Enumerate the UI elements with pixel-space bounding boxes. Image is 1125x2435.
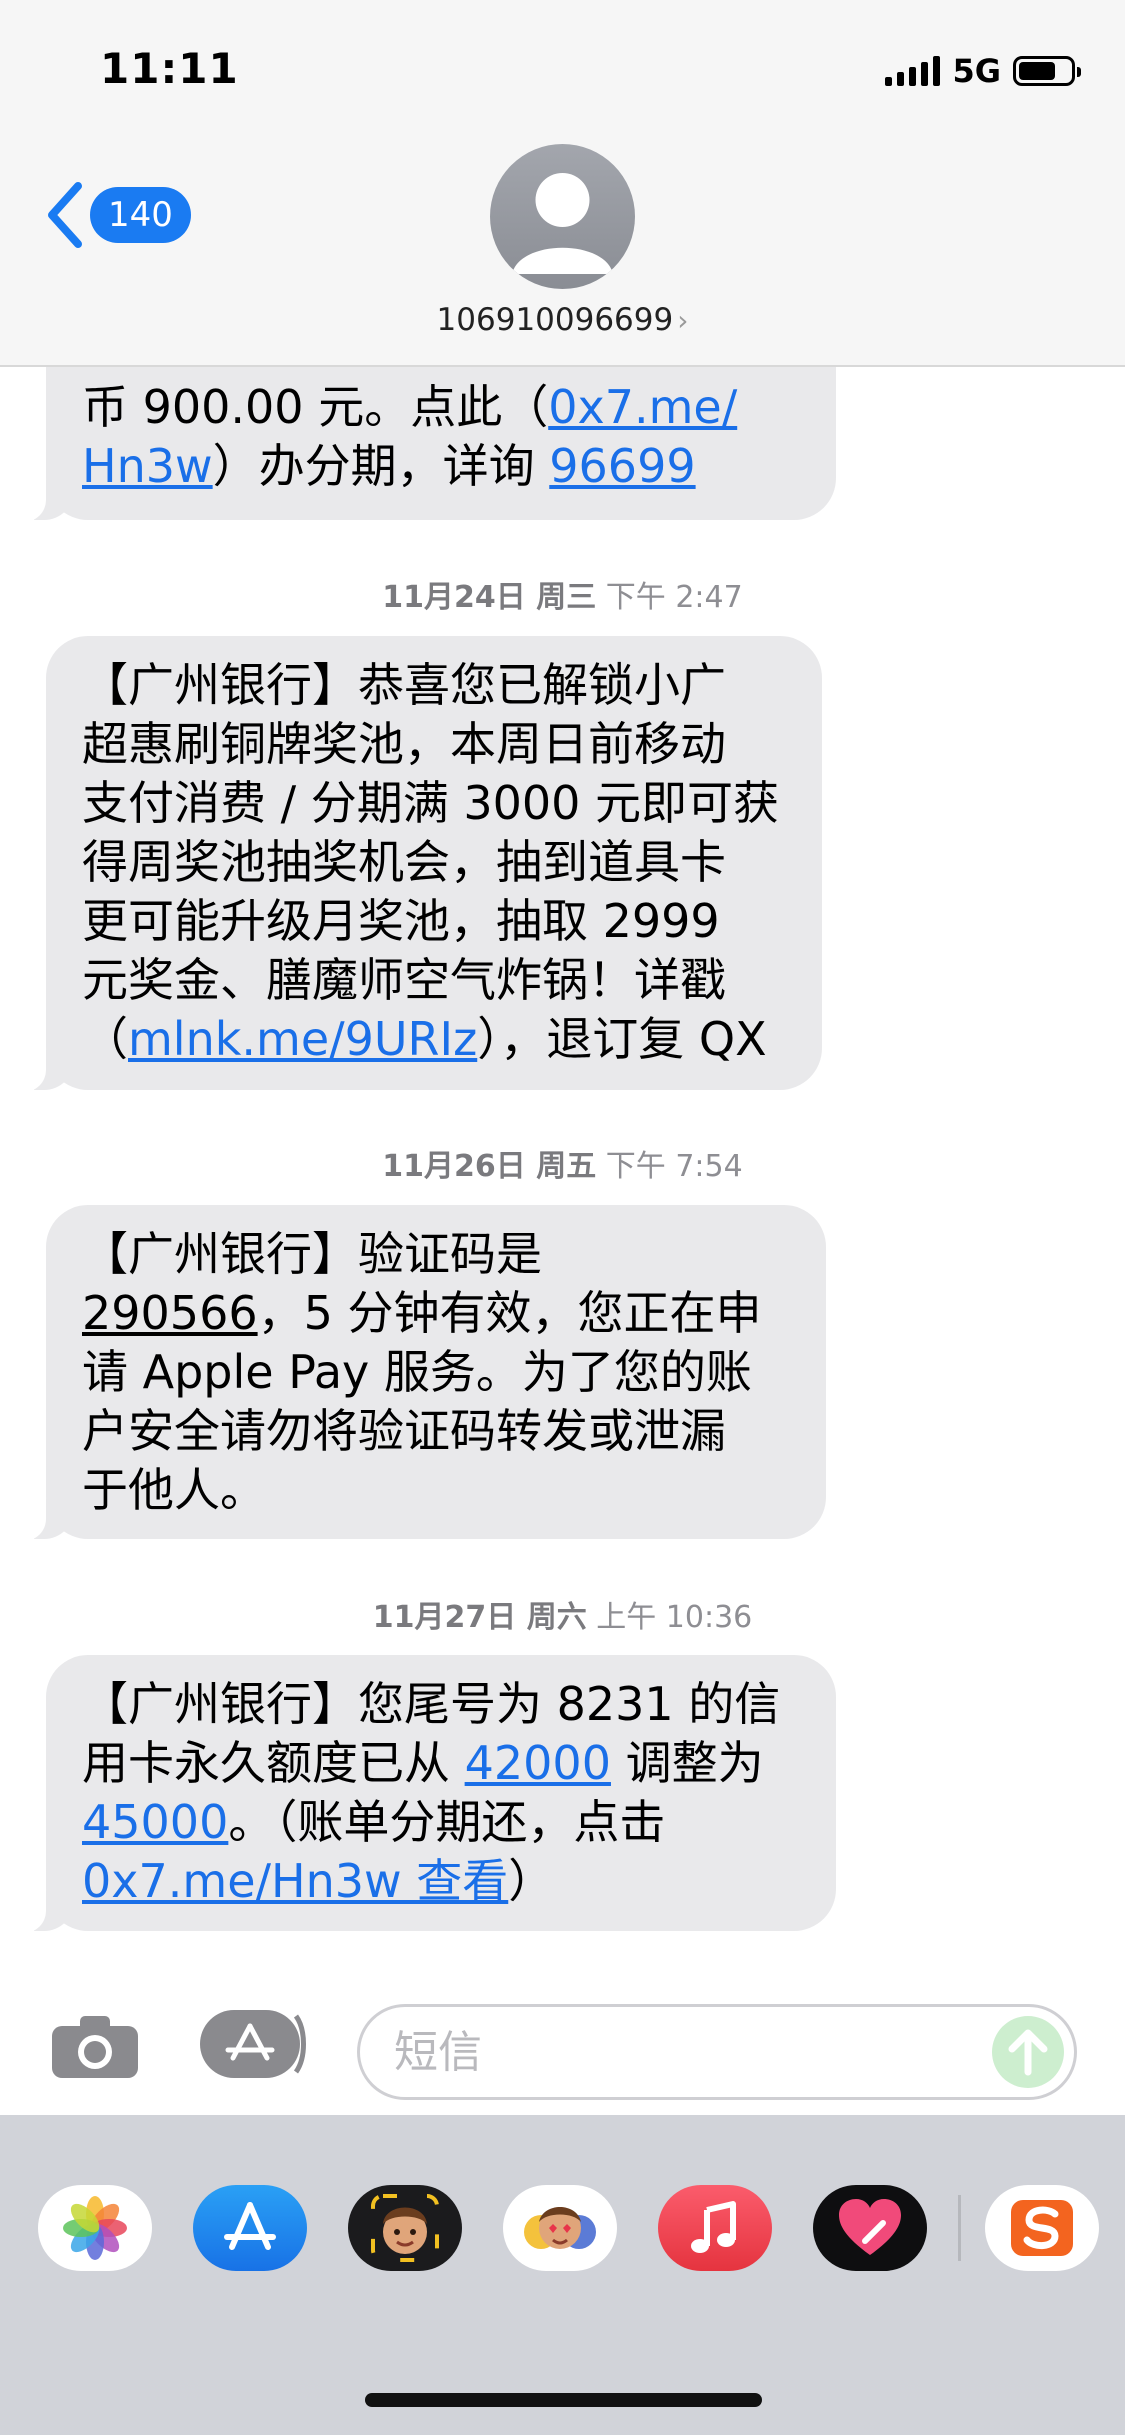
contact-avatar[interactable] — [490, 144, 635, 289]
heart-glyph — [839, 2199, 901, 2255]
message-line: 得周奖池抽奖机会，抽到道具卡 — [82, 833, 788, 892]
message-text: 【广州银行】恭喜您已解锁小广 — [82, 658, 726, 712]
message-line: 45000。（账单分期还，点击 — [82, 1793, 802, 1852]
message-link[interactable]: 0x7.me/ — [548, 380, 737, 434]
app-store-icon — [200, 2010, 306, 2078]
drawer-divider — [958, 2195, 961, 2261]
message-text: 【广州银行】您尾号为 8231 的信 — [82, 1677, 781, 1731]
message-line: 于他人。 — [82, 1461, 792, 1520]
message-line: 支付消费 / 分期满 3000 元即可获 — [82, 774, 788, 833]
digital-touch-icon[interactable] — [813, 2185, 927, 2271]
message-text: 于他人。 — [82, 1463, 266, 1517]
message-text: 户安全请勿将验证码转发或泄漏 — [82, 1404, 726, 1458]
camera-button[interactable] — [50, 2014, 140, 2084]
chevron-right-icon: › — [677, 304, 689, 337]
status-time: 11:11 — [100, 44, 239, 93]
message-text: 调整为 — [610, 1736, 764, 1790]
network-type: 5G — [952, 52, 1001, 90]
message-text: 元奖金、膳魔师空气炸锅！详戳 — [82, 953, 726, 1007]
sogou-keyboard-icon[interactable] — [985, 2185, 1099, 2271]
message-timestamp: 11月24日 周三 下午 2:47 — [382, 580, 743, 615]
arrow-up-icon — [1008, 2029, 1048, 2076]
message-text: 【广州银行】验证码是 — [82, 1227, 542, 1281]
message-bubble[interactable]: 【广州银行】您尾号为 8231 的信 用卡永久额度已从 42000 调整为 4500… — [20, 1655, 836, 1933]
message-link[interactable]: 0x7.me/Hn3w 查看 — [82, 1854, 508, 1908]
back-button[interactable]: 140 — [46, 182, 191, 248]
message-line: 元奖金、膳魔师空气炸锅！详戳 — [82, 951, 788, 1010]
battery-icon — [1013, 56, 1081, 86]
message-text: ）办分期，详询 — [212, 439, 550, 493]
message-line: Hn3w）办分期，详询 96699 — [82, 437, 802, 496]
person-icon — [512, 173, 613, 274]
message-text: 币 900.00 元。点此（ — [82, 380, 549, 434]
message-link[interactable]: 42000 — [465, 1736, 611, 1790]
message-text: 超惠刷铜牌奖池，本周日前移动 — [82, 717, 726, 771]
message-line: 用卡永久额度已从 42000 调整为 — [82, 1734, 802, 1793]
message-text: 用卡永久额度已从 — [82, 1736, 465, 1790]
message-link[interactable]: 96699 — [549, 439, 695, 493]
send-button[interactable] — [992, 2016, 1064, 2088]
message-line: 0x7.me/Hn3w 查看） — [82, 1852, 802, 1911]
message-text: 更可能升级月奖池，抽取 2999 — [82, 894, 720, 948]
message-line: 【广州银行】恭喜您已解锁小广 — [82, 656, 788, 715]
app-drawer — [0, 2115, 1125, 2435]
message-timestamp: 11月27日 周六 上午 10:36 — [372, 1600, 753, 1635]
memoji-face — [371, 2194, 439, 2262]
message-line: 超惠刷铜牌奖池，本周日前移动 — [82, 715, 788, 774]
apps-button[interactable] — [200, 2010, 306, 2078]
memoji-icon[interactable] — [348, 2185, 462, 2271]
message-line: 户安全请勿将验证码转发或泄漏 — [82, 1402, 792, 1461]
contact-name[interactable]: 106910096699 › — [0, 302, 1125, 338]
message-link[interactable]: mlnk.me/9URIz — [128, 1012, 477, 1066]
signal-strength-icon — [885, 56, 941, 86]
photos-icon[interactable] — [38, 2185, 152, 2271]
compose-bar — [0, 1990, 1125, 2115]
message-line: （mlnk.me/9URIz），退订复 QX — [82, 1010, 788, 1069]
camera-icon — [52, 2016, 138, 2078]
home-indicator[interactable] — [365, 2393, 762, 2407]
sogou-s-glyph — [1011, 2200, 1073, 2256]
message-timestamp: 11月26日 周五 下午 7:54 — [382, 1149, 743, 1184]
message-input[interactable] — [394, 2021, 994, 2083]
message-text: 支付消费 / 分期满 3000 元即可获 — [82, 776, 780, 830]
conversation-header: 11:11 5G 140 106910096699 › — [0, 0, 1125, 367]
message-text: 请 Apple Pay 服务。为了您的账 — [82, 1345, 752, 1399]
verification-code[interactable]: 290566 — [82, 1286, 258, 1340]
message-text: 得周奖池抽奖机会，抽到道具卡 — [82, 835, 726, 889]
chevron-left-icon — [48, 182, 82, 248]
message-link[interactable]: Hn3w — [82, 439, 213, 493]
message-bubble[interactable]: 【广州银行】验证码是 290566，5 分钟有效，您正在申请 Apple Pay … — [20, 1205, 826, 1541]
message-line: 【广州银行】您尾号为 8231 的信 — [82, 1675, 802, 1734]
app-store-glyph — [224, 2202, 276, 2250]
unread-count-badge: 140 — [90, 187, 191, 243]
message-link[interactable]: 45000 — [82, 1795, 228, 1849]
memoji-stickers-icon[interactable] — [503, 2185, 617, 2271]
message-text: （ — [82, 1012, 128, 1066]
message-input-field[interactable] — [357, 2004, 1077, 2100]
music-icon[interactable] — [658, 2185, 772, 2271]
message-line: 更可能升级月奖池，抽取 2999 — [82, 892, 788, 951]
message-text: ，5 分钟有效，您正在申 — [257, 1286, 762, 1340]
photos-flower — [63, 2196, 127, 2260]
message-bubble[interactable]: 【广州银行】恭喜您已解锁小广 超惠刷铜牌奖池，本周日前移动 支付消费 / 分期满 3… — [20, 636, 822, 1092]
message-text: ），退订复 QX — [477, 1012, 767, 1066]
music-note — [691, 2201, 736, 2253]
status-icons: 5G — [885, 52, 1081, 90]
message-line: 请 Apple Pay 服务。为了您的账 — [82, 1343, 792, 1402]
memoji-stickers-faces — [524, 2207, 596, 2249]
message-text: 。（账单分期还，点击 — [228, 1795, 666, 1849]
message-text: ） — [508, 1854, 555, 1908]
app-store-icon[interactable] — [193, 2185, 307, 2271]
contact-number: 106910096699 — [436, 302, 674, 338]
message-line: 【广州银行】验证码是 — [82, 1225, 792, 1284]
message-line: 币 900.00 元。点此（0x7.me/ — [82, 378, 802, 437]
message-line: 290566，5 分钟有效，您正在申 — [82, 1284, 792, 1343]
